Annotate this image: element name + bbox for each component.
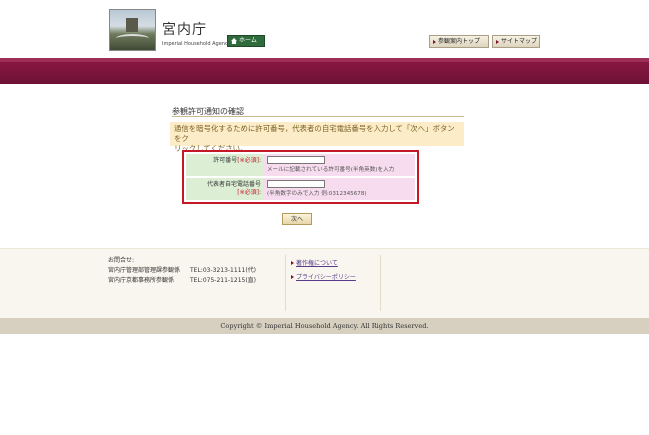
bridge-arch: [116, 34, 149, 43]
contact-row: 宮内庁京都事務所参観係 TEL:075-211-1215(直): [108, 276, 256, 286]
copyright-bar: Copyright © Imperial Household Agency. A…: [0, 318, 649, 334]
sitemap-label: サイトマップ: [501, 38, 538, 45]
permit-number-hint: メールに記載されている許可番号(半角英数)を入力: [267, 167, 395, 173]
logo-photo[interactable]: [109, 9, 156, 51]
site-header: 宮内庁 Imperial Household Agency ホーム 参観案内トッ…: [0, 0, 649, 58]
phone-number-label-text: 代表者自宅電話番号: [206, 181, 261, 188]
arrow-right-icon: [291, 260, 294, 265]
permit-number-label-text: 許可番号: [213, 157, 238, 164]
phone-number-input[interactable]: [267, 180, 325, 188]
visit-top-label: 参観案内トップ: [438, 38, 481, 45]
privacy-link-label: プライバシーポリシー: [296, 274, 356, 281]
site-subtitle: Imperial Household Agency: [162, 41, 231, 47]
home-icon: [231, 38, 237, 44]
confirmation-form: 許可番号[※必須]: メールに記載されている許可番号(半角英数)を入力 代表者自…: [182, 150, 419, 204]
footer-divider: [380, 255, 381, 311]
contact-org: 宮内庁京都事務所参観係: [108, 277, 175, 284]
contact-title: お問合せ:: [108, 257, 135, 264]
phone-number-hint: (半角数字のみで入力 例:0312345678): [267, 191, 367, 197]
heading-divider: [172, 116, 464, 117]
arrow-right-icon: [291, 274, 294, 279]
contact-info: お問合せ: 宮内庁管理部管理課参観係 TEL:03-3213-1111(代) 宮…: [108, 256, 256, 286]
contact-row: 宮内庁管理部管理課参観係 TEL:03-3213-1111(代): [108, 266, 256, 276]
home-label: ホーム: [239, 37, 257, 44]
contact-tel: TEL:03-3213-1111(代): [190, 267, 257, 274]
instruction-line-1: 通信を暗号化するために許可番号，代表者の自宅電話番号を入力して「次へ」ボタンをク: [174, 124, 455, 143]
visit-top-button[interactable]: 参観案内トップ: [429, 35, 489, 48]
phone-number-label: 代表者自宅電話番号 [※必須]:: [186, 178, 264, 200]
permit-number-label: 許可番号[※必須]:: [186, 154, 264, 176]
contact-org: 宮内庁管理部管理課参観係: [108, 267, 181, 274]
phone-number-row: 代表者自宅電話番号 [※必須]: (半角数字のみで入力 例:0312345678): [186, 178, 415, 200]
privacy-link[interactable]: プライバシーポリシー: [291, 272, 356, 281]
permit-number-row: 許可番号[※必須]: メールに記載されている許可番号(半角英数)を入力: [186, 154, 415, 176]
permit-number-cell: メールに記載されている許可番号(半角英数)を入力: [264, 154, 415, 176]
home-button[interactable]: ホーム: [227, 35, 265, 47]
permit-number-input[interactable]: [267, 156, 325, 164]
phone-number-cell: (半角数字のみで入力 例:0312345678): [264, 178, 415, 200]
instruction-box: 通信を暗号化するために許可番号，代表者の自宅電話番号を入力して「次へ」ボタンをク…: [170, 122, 464, 153]
next-button[interactable]: 次へ: [282, 213, 312, 225]
required-marker: [※必須]: [237, 157, 259, 164]
header-banner: [0, 58, 649, 84]
footer-divider: [285, 255, 286, 311]
arrow-right-icon: [433, 39, 436, 44]
palace-tower: [126, 18, 138, 32]
copyright-link[interactable]: 著作権について: [291, 258, 338, 267]
required-marker: [※必須]: [237, 189, 259, 196]
contact-tel: TEL:075-211-1215(直): [190, 277, 257, 284]
site-title[interactable]: 宮内庁: [162, 19, 207, 39]
arrow-right-icon: [496, 39, 499, 44]
copyright-link-label: 著作権について: [296, 260, 338, 267]
sitemap-button[interactable]: サイトマップ: [492, 35, 540, 48]
